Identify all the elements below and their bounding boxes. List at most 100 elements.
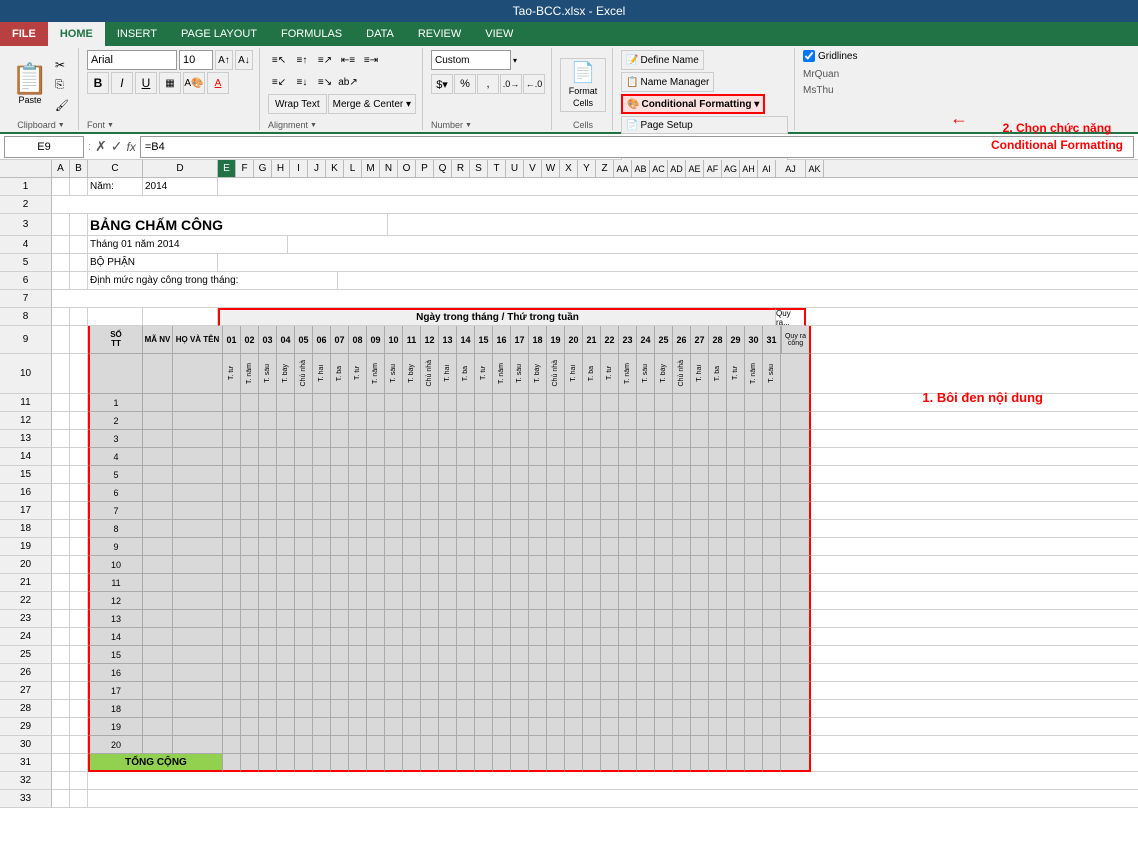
cell-sott-6[interactable]: 6 [88, 484, 143, 502]
col-header-f[interactable]: F [236, 160, 254, 177]
cell-manv-8[interactable] [143, 520, 173, 538]
day-header-10[interactable]: 10 [385, 326, 403, 354]
col-header-r[interactable]: R [452, 160, 470, 177]
col-header-y[interactable]: Y [578, 160, 596, 177]
cell-c8[interactable] [88, 308, 143, 326]
italic-button[interactable]: I [111, 72, 133, 94]
day-header-26[interactable]: 26 [673, 326, 691, 354]
cell-hoten-15[interactable] [173, 646, 223, 664]
day-header-08[interactable]: 08 [349, 326, 367, 354]
align-bottom-center-button[interactable]: ≡↓ [291, 72, 313, 92]
conditional-formatting-button[interactable]: 🎨 Conditional Formatting ▾ [621, 94, 765, 114]
font-color-button[interactable]: A [207, 72, 229, 94]
col-header-z[interactable]: Z [596, 160, 614, 177]
day-name-28[interactable]: T. ba [709, 354, 727, 394]
cell-sott-16[interactable]: 16 [88, 664, 143, 682]
cell-c3[interactable]: BẢNG CHẤM CÔNG [88, 214, 388, 236]
cell-sott-7[interactable]: 7 [88, 502, 143, 520]
day-header-19[interactable]: 19 [547, 326, 565, 354]
cell-d8[interactable] [143, 308, 218, 326]
indent-decrease-button[interactable]: ⇤≡ [337, 50, 359, 70]
cell-a8[interactable] [52, 308, 70, 326]
day-header-24[interactable]: 24 [637, 326, 655, 354]
tab-review[interactable]: REVIEW [406, 22, 473, 46]
number-format-input[interactable] [431, 50, 511, 70]
day-name-11[interactable]: T. bảy [403, 354, 421, 394]
cell-hoten-17[interactable] [173, 682, 223, 700]
day-header-14[interactable]: 14 [457, 326, 475, 354]
cell-sott[interactable]: SỐTT [88, 326, 143, 354]
cell-sott-5[interactable]: 5 [88, 466, 143, 484]
day-header-18[interactable]: 18 [529, 326, 547, 354]
day-header-30[interactable]: 30 [745, 326, 763, 354]
cell-d1[interactable]: 2014 [143, 178, 218, 196]
day-name-2[interactable]: T. năm [241, 354, 259, 394]
cell-b9[interactable] [70, 326, 88, 354]
formula-input[interactable] [140, 136, 1134, 158]
cancel-icon[interactable]: ✗ [95, 138, 107, 155]
col-header-w[interactable]: W [542, 160, 560, 177]
day-header-29[interactable]: 29 [727, 326, 745, 354]
cell-quyra8[interactable]: Quy ra... [776, 308, 806, 326]
cell-a4[interactable] [52, 236, 70, 254]
cell-hoten-2[interactable] [173, 412, 223, 430]
cell-hoten-9[interactable] [173, 538, 223, 556]
day-header-01[interactable]: 01 [223, 326, 241, 354]
cell-hoten-10[interactable] [173, 556, 223, 574]
cell-hoten-19[interactable] [173, 718, 223, 736]
paste-button[interactable]: 📋 Paste [10, 58, 50, 112]
day-header-05[interactable]: 05 [295, 326, 313, 354]
day-header-27[interactable]: 27 [691, 326, 709, 354]
col-header-aj[interactable]: AJ [776, 160, 806, 177]
day-name-26[interactable]: Chủ nhà [673, 354, 691, 394]
cell-a9[interactable] [52, 326, 70, 354]
col-header-k[interactable]: K [326, 160, 344, 177]
cell-sott-20[interactable]: 20 [88, 736, 143, 754]
day-header-20[interactable]: 20 [565, 326, 583, 354]
cell-a5[interactable] [52, 254, 70, 272]
underline-button[interactable]: U [135, 72, 157, 94]
cell-a1[interactable] [52, 178, 70, 196]
cell-manv-15[interactable] [143, 646, 173, 664]
page-setup-button[interactable]: 📄 Page Setup [621, 116, 788, 134]
cell-b1[interactable] [70, 178, 88, 196]
wrap-text-button[interactable]: Wrap Text [268, 94, 327, 114]
day-header-21[interactable]: 21 [583, 326, 601, 354]
cell-manv-6[interactable] [143, 484, 173, 502]
day-header-03[interactable]: 03 [259, 326, 277, 354]
cell-hoten10[interactable] [173, 354, 223, 394]
function-icon[interactable]: fx [127, 140, 136, 154]
cell-manv-5[interactable] [143, 466, 173, 484]
cell-hoten-1[interactable] [173, 394, 223, 412]
cell-sott-15[interactable]: 15 [88, 646, 143, 664]
day-header-09[interactable]: 09 [367, 326, 385, 354]
tab-home[interactable]: HOME [48, 22, 105, 46]
cell-sott-12[interactable]: 12 [88, 592, 143, 610]
name-manager-button[interactable]: 📋 Name Manager [621, 72, 714, 92]
day-name-14[interactable]: T. ba [457, 354, 475, 394]
day-header-04[interactable]: 04 [277, 326, 295, 354]
cell-hoten-6[interactable] [173, 484, 223, 502]
day-name-23[interactable]: T. năm [619, 354, 637, 394]
indent-increase-button[interactable]: ≡⇥ [360, 50, 382, 70]
align-top-left-button[interactable]: ≡↖ [268, 50, 290, 70]
cell-sott-3[interactable]: 3 [88, 430, 143, 448]
cell-b6[interactable] [70, 272, 88, 290]
col-header-ac[interactable]: AC [650, 160, 668, 177]
format-cells-button[interactable]: 📄 Format Cells [560, 58, 606, 112]
col-header-e[interactable]: E [218, 160, 236, 177]
col-header-a[interactable]: A [52, 160, 70, 177]
cell-hoten-7[interactable] [173, 502, 223, 520]
day-name-7[interactable]: T. ba [331, 354, 349, 394]
day-header-12[interactable]: 12 [421, 326, 439, 354]
col-header-j[interactable]: J [308, 160, 326, 177]
day-name-25[interactable]: T. bảy [655, 354, 673, 394]
comma-button[interactable]: , [477, 74, 499, 94]
cell-sott-4[interactable]: 4 [88, 448, 143, 466]
day-name-10[interactable]: T. sáu [385, 354, 403, 394]
border-button[interactable]: ▦ [159, 72, 181, 94]
cell-hoten[interactable]: HỌ VÀ TÊN [173, 326, 223, 354]
cell-sott-10[interactable]: 10 [88, 556, 143, 574]
cell-quyra9[interactable]: Quy ra công [781, 326, 811, 354]
format-painter-button[interactable]: 🖌 [52, 96, 72, 115]
